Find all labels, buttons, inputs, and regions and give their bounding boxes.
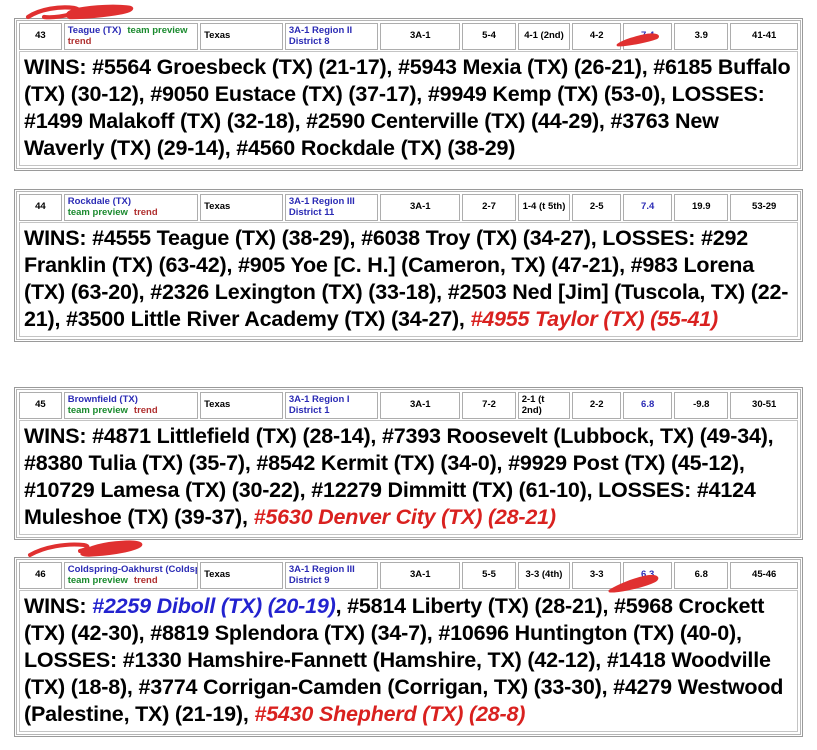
district-cell[interactable]: 3A-1 Region I District 1 — [284, 392, 379, 420]
game-result-run: #5430 Shepherd (TX) (28-8) — [254, 702, 526, 727]
games-list: WINS: #4871 Littlefield (TX) (28-14), #7… — [19, 420, 798, 536]
rankings-page: 43 Teague (TX) team preview trend Texas … — [0, 0, 817, 750]
team-header-row: 46 Coldspring-Oakhurst (Coldspring, TX) … — [17, 560, 800, 590]
team-cell[interactable]: Brownfield (TX) team preview trend — [63, 392, 199, 420]
team-header-row: 43 Teague (TX) team preview trend Texas … — [17, 21, 800, 51]
team-trend-link[interactable]: trend — [134, 575, 158, 587]
team-block: 45 Brownfield (TX) team preview trend Te… — [14, 387, 803, 541]
rank-cell: 43 — [19, 23, 62, 51]
rating-cell: 7.4 — [623, 194, 673, 222]
rank-cell: 46 — [19, 562, 62, 590]
district-cell[interactable]: 3A-1 Region III District 11 — [284, 194, 379, 222]
schedule-strength-cell: -9.8 — [674, 392, 729, 420]
district-record-cell: 3-3 (4th) — [517, 562, 571, 590]
record-cell: 2-7 — [462, 194, 516, 222]
team-trend-link[interactable]: trend — [134, 207, 158, 219]
rating-cell: 6.8 — [623, 392, 673, 420]
team-header-row: 45 Brownfield (TX) team preview trend Te… — [17, 390, 800, 420]
team-preview-link[interactable]: team preview — [68, 207, 128, 219]
team-block: 43 Teague (TX) team preview trend Texas … — [14, 18, 803, 172]
team-cell[interactable]: Teague (TX) team preview trend — [63, 23, 199, 51]
classification-cell: 3A-1 — [380, 23, 461, 51]
schedule-strength-cell: 19.9 — [674, 194, 729, 222]
team-cell[interactable]: Coldspring-Oakhurst (Coldspring, TX) tea… — [63, 562, 199, 590]
team-cell[interactable]: Rockdale (TX) team preview trend — [63, 194, 199, 222]
state-cell: Texas — [200, 23, 283, 51]
rank-cell: 44 — [19, 194, 62, 222]
district-record2-cell: 3-3 — [572, 562, 622, 590]
team-trend-link[interactable]: trend — [134, 405, 158, 417]
team-block-inner: 44 Rockdale (TX) team preview trend Texa… — [16, 191, 801, 341]
rating-cell: 7.4 — [623, 23, 673, 51]
game-result-run: #5630 Denver City (TX) (28-21) — [253, 505, 556, 530]
games-list: WINS: #4555 Teague (TX) (38-29), #6038 T… — [19, 222, 798, 338]
rank-cell: 45 — [19, 392, 62, 420]
schedule-strength-cell: 3.9 — [674, 23, 729, 51]
schedule-strength-cell: 6.8 — [674, 562, 729, 590]
team-block: 44 Rockdale (TX) team preview trend Texa… — [14, 189, 803, 343]
game-result-run: #2259 Diboll (TX) (20-19) — [92, 594, 336, 619]
score-cell: 41-41 — [730, 23, 799, 51]
classification-cell: 3A-1 — [380, 194, 461, 222]
game-result-run: WINS: — [24, 594, 93, 619]
team-preview-link[interactable]: team preview — [68, 405, 128, 417]
team-block: 46 Coldspring-Oakhurst (Coldspring, TX) … — [14, 557, 803, 738]
state-cell: Texas — [200, 194, 283, 222]
state-cell: Texas — [200, 392, 283, 420]
record-cell: 7-2 — [462, 392, 516, 420]
game-result-run: #4955 Taylor (TX) (55-41) — [470, 307, 718, 332]
game-result-run: WINS: #5564 Groesbeck (TX) (21-17), #594… — [24, 55, 791, 161]
team-block-inner: 45 Brownfield (TX) team preview trend Te… — [16, 389, 801, 539]
record-cell: 5-4 — [462, 23, 516, 51]
district-record-cell: 1-4 (t 5th) — [517, 194, 571, 222]
team-header-row: 44 Rockdale (TX) team preview trend Texa… — [17, 192, 800, 222]
classification-cell: 3A-1 — [380, 392, 461, 420]
team-block-inner: 43 Teague (TX) team preview trend Texas … — [16, 20, 801, 170]
classification-cell: 3A-1 — [380, 562, 461, 590]
district-record2-cell: 4-2 — [572, 23, 622, 51]
rating-cell: 6.3 — [623, 562, 673, 590]
state-cell: Texas — [200, 562, 283, 590]
games-list: WINS: #5564 Groesbeck (TX) (21-17), #594… — [19, 51, 798, 167]
games-list: WINS: #2259 Diboll (TX) (20-19), #5814 L… — [19, 590, 798, 733]
district-cell[interactable]: 3A-1 Region III District 9 — [284, 562, 379, 590]
team-trend-link[interactable]: trend — [68, 36, 92, 48]
score-cell: 53-29 — [730, 194, 799, 222]
team-preview-link[interactable]: team preview — [68, 575, 128, 587]
district-record-cell: 2-1 (t 2nd) — [517, 392, 571, 420]
district-record2-cell: 2-2 — [572, 392, 622, 420]
district-cell[interactable]: 3A-1 Region II District 8 — [284, 23, 379, 51]
district-record2-cell: 2-5 — [572, 194, 622, 222]
record-cell: 5-5 — [462, 562, 516, 590]
team-block-inner: 46 Coldspring-Oakhurst (Coldspring, TX) … — [16, 559, 801, 736]
score-cell: 30-51 — [730, 392, 799, 420]
score-cell: 45-46 — [730, 562, 799, 590]
district-record-cell: 4-1 (2nd) — [517, 23, 571, 51]
team-preview-link[interactable]: team preview — [127, 25, 187, 37]
